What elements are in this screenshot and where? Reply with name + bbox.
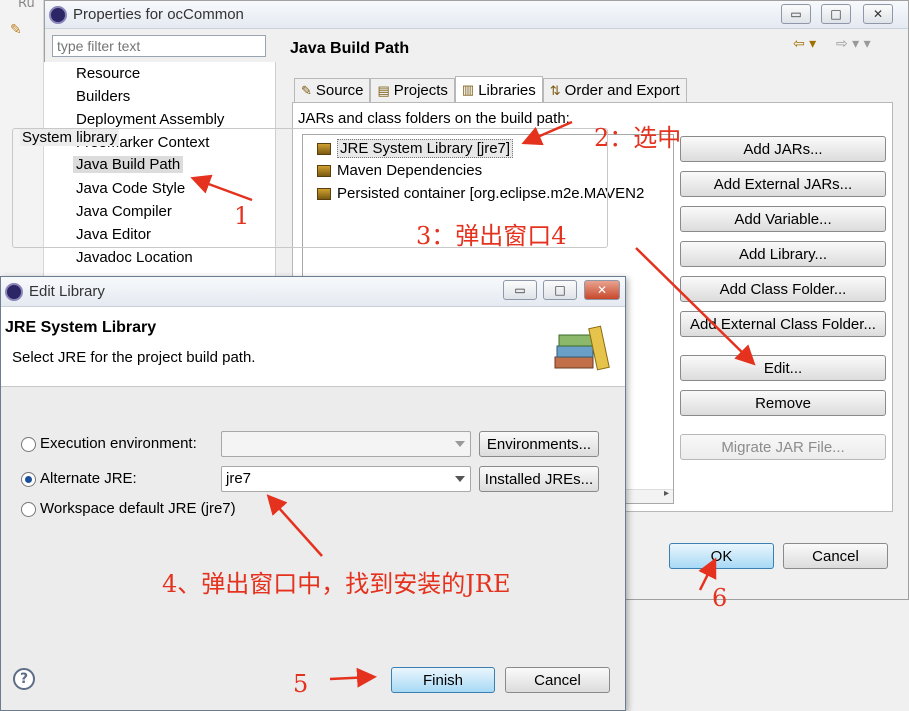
arrow-2 [521, 120, 573, 146]
arrow-4 [266, 494, 323, 557]
arrow-5 [329, 667, 377, 688]
arrow-6 [698, 557, 717, 591]
arrow-1 [190, 174, 253, 202]
annotation-arrows [190, 120, 756, 688]
arrow-3 [635, 247, 756, 366]
